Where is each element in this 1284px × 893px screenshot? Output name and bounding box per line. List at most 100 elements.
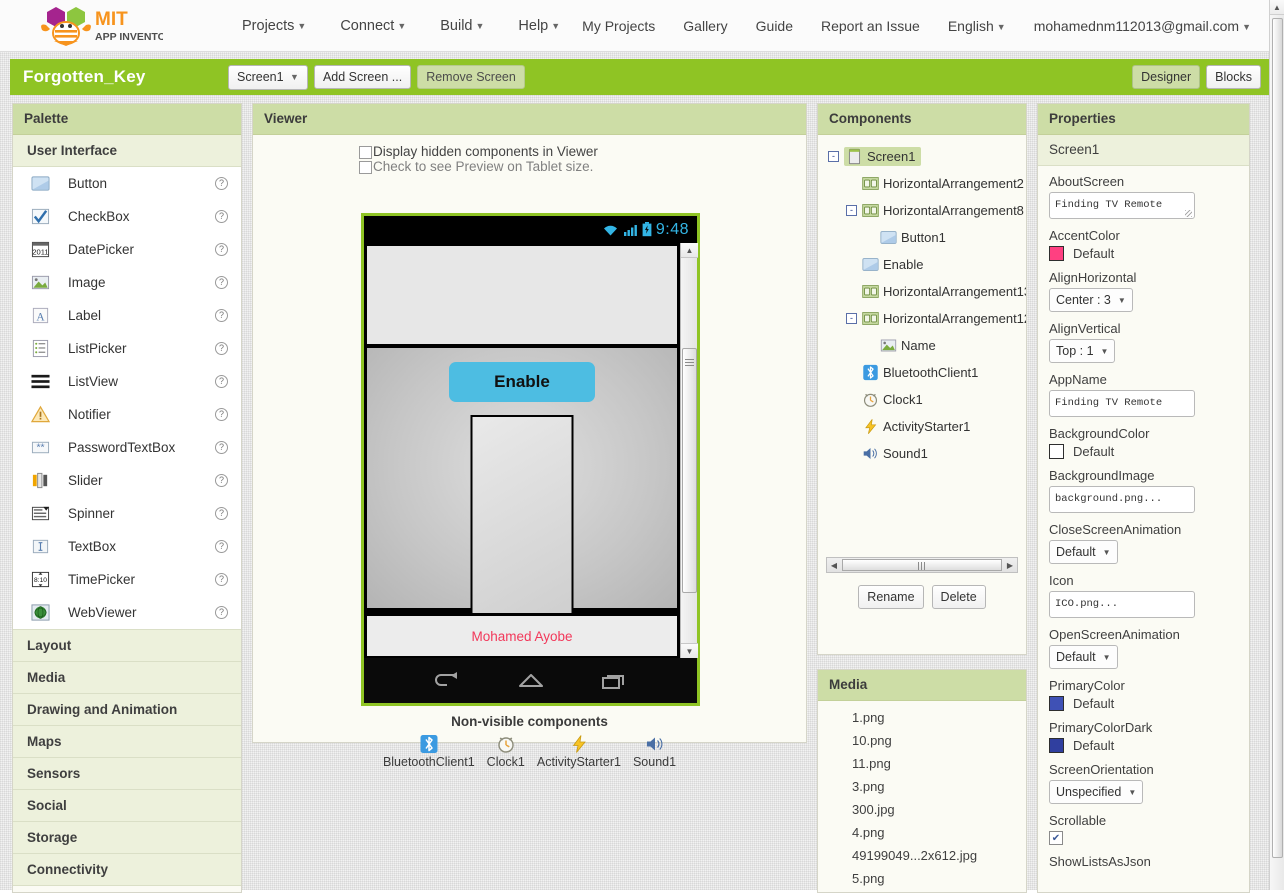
palette-item-label[interactable]: A Label?	[13, 299, 241, 332]
link-report-an-issue[interactable]: Report an Issue	[821, 18, 920, 34]
component-tree-node-name[interactable]: Name	[818, 332, 1026, 359]
components-horizontal-scrollbar[interactable]: ◀ ▶	[826, 557, 1018, 573]
color-swatch-icon[interactable]	[1049, 246, 1064, 261]
palette-item-timepicker[interactable]: 8:10 TimePicker?	[13, 563, 241, 596]
menu-help[interactable]: Help ▼	[518, 18, 560, 34]
palette-item-notifier[interactable]: Notifier?	[13, 398, 241, 431]
enable-button[interactable]: Enable	[449, 362, 595, 402]
component-tree-node-enable[interactable]: Enable	[818, 251, 1026, 278]
hscrollbar-thumb[interactable]	[842, 559, 1002, 571]
property-color-backgroundcolor[interactable]: Default	[1049, 444, 1249, 459]
media-file-item[interactable]: 1.png	[818, 706, 1026, 729]
palette-item-listpicker[interactable]: ListPicker?	[13, 332, 241, 365]
link-my-projects[interactable]: My Projects	[582, 18, 655, 34]
property-select-closescreenanimation[interactable]: Default ▼	[1049, 540, 1118, 564]
media-file-item[interactable]: 300.jpg	[818, 798, 1026, 821]
color-swatch-icon[interactable]	[1049, 696, 1064, 711]
palette-item-textbox[interactable]: TextBox?	[13, 530, 241, 563]
display-hidden-components-checkbox[interactable]	[359, 146, 372, 159]
palette-item-datepicker[interactable]: 2011 DatePicker?	[13, 233, 241, 266]
property-color-primarycolor[interactable]: Default	[1049, 696, 1249, 711]
help-icon[interactable]: ?	[215, 342, 228, 355]
property-select-alignhorizontal[interactable]: Center : 3 ▼	[1049, 288, 1133, 312]
scroll-left-arrow-icon[interactable]: ◀	[827, 561, 841, 570]
help-icon[interactable]: ?	[215, 243, 228, 256]
tablet-preview-row[interactable]: Check to see Preview on Tablet size.	[359, 159, 806, 174]
color-swatch-icon[interactable]	[1049, 444, 1064, 459]
palette-section-drawing-and-animation[interactable]: Drawing and Animation	[13, 694, 241, 726]
help-icon[interactable]: ?	[215, 540, 228, 553]
help-icon[interactable]: ?	[215, 210, 228, 223]
help-icon[interactable]: ?	[215, 507, 228, 520]
media-file-item[interactable]: 5.png	[818, 867, 1026, 890]
property-input-icon[interactable]: ICO.png...	[1049, 591, 1195, 618]
component-tree-node-sound1[interactable]: Sound1	[818, 440, 1026, 467]
component-tree-node-horizontalarrangement13[interactable]: HorizontalArrangement13	[818, 278, 1026, 305]
delete-component-button[interactable]: Delete	[931, 585, 986, 609]
media-file-item[interactable]: 11.png	[818, 752, 1026, 775]
remove-screen-button[interactable]: Remove Screen	[417, 65, 525, 89]
tablet-preview-checkbox[interactable]	[359, 161, 372, 174]
horizontal-arrangement-13[interactable]: Mohamed Ayobe	[365, 614, 679, 658]
non-visible-component-sound1[interactable]: Sound1	[633, 733, 676, 769]
horizontal-arrangement-2[interactable]	[365, 244, 679, 346]
page-scrollbar-thumb[interactable]	[1272, 18, 1283, 858]
component-tree-node-button1[interactable]: Button1	[818, 224, 1026, 251]
help-icon[interactable]: ?	[215, 573, 228, 586]
help-icon[interactable]: ?	[215, 408, 228, 421]
scroll-up-arrow-icon[interactable]: ▲	[681, 243, 698, 258]
phone-vertical-scrollbar[interactable]: ▲ ▼	[680, 243, 698, 658]
component-tree-node-activitystarter1[interactable]: ActivityStarter1	[818, 413, 1026, 440]
non-visible-component-activitystarter1[interactable]: ActivityStarter1	[537, 733, 621, 769]
menu-connect[interactable]: Connect ▼	[340, 18, 406, 34]
help-icon[interactable]: ?	[215, 276, 228, 289]
display-hidden-components-row[interactable]: Display hidden components in Viewer	[359, 135, 806, 159]
recents-icon[interactable]	[599, 671, 629, 691]
home-icon[interactable]	[516, 671, 546, 691]
media-file-item[interactable]: 49199049...2x612.jpg	[818, 844, 1026, 867]
palette-item-listview[interactable]: ListView?	[13, 365, 241, 398]
help-icon[interactable]: ?	[215, 606, 228, 619]
scrollbar-thumb[interactable]	[682, 348, 697, 593]
resize-handle-icon[interactable]	[1185, 210, 1192, 217]
property-color-primarycolordark[interactable]: Default	[1049, 738, 1249, 753]
component-tree-node-horizontalarrangement2[interactable]: HorizontalArrangement2	[818, 170, 1026, 197]
rename-component-button[interactable]: Rename	[858, 585, 924, 609]
palette-section-user-interface[interactable]: User Interface	[13, 135, 241, 167]
palette-item-slider[interactable]: Slider?	[13, 464, 241, 497]
property-input-aboutscreen[interactable]: Finding TV Remote	[1049, 192, 1195, 219]
link-guide[interactable]: Guide	[756, 18, 793, 34]
component-tree-node-screen1[interactable]: - Screen1	[818, 143, 1026, 170]
menu-build[interactable]: Build ▼	[440, 18, 484, 34]
help-icon[interactable]: ?	[215, 474, 228, 487]
palette-section-social[interactable]: Social	[13, 790, 241, 822]
component-tree-node-clock1[interactable]: Clock1	[818, 386, 1026, 413]
page-scroll-up-arrow-icon[interactable]: ▲	[1270, 0, 1284, 15]
color-swatch-icon[interactable]	[1049, 738, 1064, 753]
tree-collapse-toggle[interactable]: -	[846, 205, 857, 216]
media-file-item[interactable]: 4.png	[818, 821, 1026, 844]
palette-section-connectivity[interactable]: Connectivity	[13, 854, 241, 886]
property-select-openscreenanimation[interactable]: Default ▼	[1049, 645, 1118, 669]
palette-section-media[interactable]: Media	[13, 662, 241, 694]
palette-item-checkbox[interactable]: CheckBox?	[13, 200, 241, 233]
add-screen-button[interactable]: Add Screen ...	[313, 65, 412, 89]
back-icon[interactable]	[433, 671, 463, 691]
property-input-backgroundimage[interactable]: background.png...	[1049, 486, 1195, 513]
language-selector[interactable]: English ▼	[948, 18, 1006, 34]
component-tree-node-bluetoothclient1[interactable]: BluetoothClient1	[818, 359, 1026, 386]
page-scrollbar[interactable]: ▲	[1269, 0, 1284, 890]
screen-selector-dropdown[interactable]: Screen1 ▼	[228, 64, 308, 90]
help-icon[interactable]: ?	[215, 309, 228, 322]
palette-section-sensors[interactable]: Sensors	[13, 758, 241, 790]
help-icon[interactable]: ?	[215, 441, 228, 454]
media-file-item[interactable]: 10.png	[818, 729, 1026, 752]
property-color-accentcolor[interactable]: Default	[1049, 246, 1249, 261]
palette-section-layout[interactable]: Layout	[13, 630, 241, 662]
component-tree-node-horizontalarrangement8[interactable]: - HorizontalArrangement8	[818, 197, 1026, 224]
component-tree-node-horizontalarrangement12[interactable]: - HorizontalArrangement12	[818, 305, 1026, 332]
property-input-appname[interactable]: Finding TV Remote	[1049, 390, 1195, 417]
help-icon[interactable]: ?	[215, 177, 228, 190]
property-checkbox-scrollable[interactable]: ✔	[1049, 831, 1063, 845]
media-file-item[interactable]: 3.png	[818, 775, 1026, 798]
